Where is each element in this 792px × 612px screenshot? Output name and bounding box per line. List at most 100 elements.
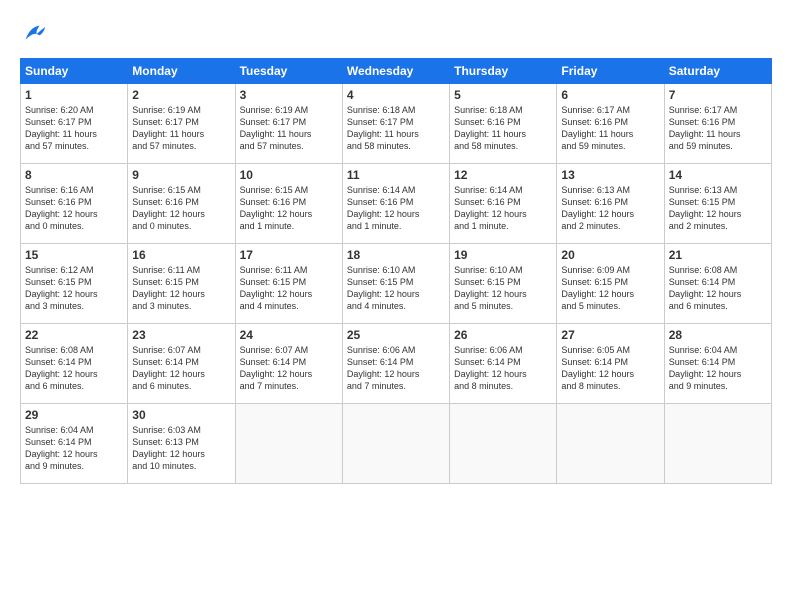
day-info: Sunrise: 6:14 AM Sunset: 6:16 PM Dayligh… [347,184,445,233]
day-info: Sunrise: 6:06 AM Sunset: 6:14 PM Dayligh… [454,344,552,393]
calendar-day-cell [664,404,771,484]
calendar-day-cell: 26 Sunrise: 6:06 AM Sunset: 6:14 PM Dayli… [450,324,557,404]
calendar-week-row: 15 Sunrise: 6:12 AM Sunset: 6:15 PM Dayli… [21,244,772,324]
day-info: Sunrise: 6:04 AM Sunset: 6:14 PM Dayligh… [669,344,767,393]
day-info: Sunrise: 6:11 AM Sunset: 6:15 PM Dayligh… [132,264,230,313]
day-info: Sunrise: 6:13 AM Sunset: 6:15 PM Dayligh… [669,184,767,233]
day-info: Sunrise: 6:17 AM Sunset: 6:16 PM Dayligh… [561,104,659,153]
calendar-day-cell [342,404,449,484]
day-number: 30 [132,408,230,422]
calendar-day-cell: 28Sunrise: 6:04 AM Sunset: 6:14 PM Dayli… [664,324,771,404]
calendar-header-friday: Friday [557,59,664,84]
day-info: Sunrise: 6:19 AM Sunset: 6:17 PM Dayligh… [240,104,338,153]
day-number: 8 [25,168,123,182]
day-number: 21 [669,248,767,262]
day-number: 22 [25,328,123,342]
calendar-day-cell: 21 Sunrise: 6:08 AM Sunset: 6:14 PM Dayli… [664,244,771,324]
day-info: Sunrise: 6:04 AM Sunset: 6:14 PM Dayligh… [25,424,123,473]
day-number: 3 [240,88,338,102]
calendar-day-cell: 29 Sunrise: 6:04 AM Sunset: 6:14 PM Dayli… [21,404,128,484]
calendar-day-cell: 14 Sunrise: 6:13 AM Sunset: 6:15 PM Dayli… [664,164,771,244]
calendar-day-cell: 17 Sunrise: 6:11 AM Sunset: 6:15 PM Dayli… [235,244,342,324]
calendar-day-cell: 7Sunrise: 6:17 AM Sunset: 6:16 PM Daylig… [664,84,771,164]
calendar-day-cell: 13 Sunrise: 6:13 AM Sunset: 6:16 PM Dayli… [557,164,664,244]
day-info: Sunrise: 6:19 AM Sunset: 6:17 PM Dayligh… [132,104,230,153]
calendar-day-cell: 30 Sunrise: 6:03 AM Sunset: 6:13 PM Dayli… [128,404,235,484]
day-info: Sunrise: 6:05 AM Sunset: 6:14 PM Dayligh… [561,344,659,393]
calendar-day-cell: 10 Sunrise: 6:15 AM Sunset: 6:16 PM Dayli… [235,164,342,244]
day-number: 25 [347,328,445,342]
calendar-header-sunday: Sunday [21,59,128,84]
calendar-day-cell: 5 Sunrise: 6:18 AM Sunset: 6:16 PM Daylig… [450,84,557,164]
calendar-day-cell: 19 Sunrise: 6:10 AM Sunset: 6:15 PM Dayli… [450,244,557,324]
day-info: Sunrise: 6:03 AM Sunset: 6:13 PM Dayligh… [132,424,230,473]
calendar-header-row: SundayMondayTuesdayWednesdayThursdayFrid… [21,59,772,84]
day-number: 13 [561,168,659,182]
page: SundayMondayTuesdayWednesdayThursdayFrid… [0,0,792,612]
day-number: 17 [240,248,338,262]
day-number: 14 [669,168,767,182]
day-info: Sunrise: 6:08 AM Sunset: 6:14 PM Dayligh… [25,344,123,393]
calendar-header-monday: Monday [128,59,235,84]
day-info: Sunrise: 6:08 AM Sunset: 6:14 PM Dayligh… [669,264,767,313]
day-number: 4 [347,88,445,102]
day-info: Sunrise: 6:14 AM Sunset: 6:16 PM Dayligh… [454,184,552,233]
calendar-week-row: 29 Sunrise: 6:04 AM Sunset: 6:14 PM Dayli… [21,404,772,484]
calendar-day-cell: 25Sunrise: 6:06 AM Sunset: 6:14 PM Dayli… [342,324,449,404]
day-number: 1 [25,88,123,102]
calendar-day-cell: 12 Sunrise: 6:14 AM Sunset: 6:16 PM Dayli… [450,164,557,244]
day-info: Sunrise: 6:11 AM Sunset: 6:15 PM Dayligh… [240,264,338,313]
calendar-day-cell: 27 Sunrise: 6:05 AM Sunset: 6:14 PM Dayli… [557,324,664,404]
day-info: Sunrise: 6:15 AM Sunset: 6:16 PM Dayligh… [240,184,338,233]
day-number: 24 [240,328,338,342]
calendar-header-thursday: Thursday [450,59,557,84]
calendar-day-cell: 8 Sunrise: 6:16 AM Sunset: 6:16 PM Daylig… [21,164,128,244]
day-number: 16 [132,248,230,262]
calendar-day-cell: 3 Sunrise: 6:19 AM Sunset: 6:17 PM Daylig… [235,84,342,164]
calendar-day-cell: 2 Sunrise: 6:19 AM Sunset: 6:17 PM Daylig… [128,84,235,164]
day-info: Sunrise: 6:18 AM Sunset: 6:17 PM Dayligh… [347,104,445,153]
day-number: 27 [561,328,659,342]
calendar-week-row: 1 Sunrise: 6:20 AM Sunset: 6:17 PM Daylig… [21,84,772,164]
calendar-day-cell: 1 Sunrise: 6:20 AM Sunset: 6:17 PM Daylig… [21,84,128,164]
calendar-day-cell: 6 Sunrise: 6:17 AM Sunset: 6:16 PM Daylig… [557,84,664,164]
calendar-day-cell [557,404,664,484]
day-number: 6 [561,88,659,102]
calendar-week-row: 22 Sunrise: 6:08 AM Sunset: 6:14 PM Dayli… [21,324,772,404]
day-number: 26 [454,328,552,342]
day-info: Sunrise: 6:18 AM Sunset: 6:16 PM Dayligh… [454,104,552,153]
day-info: Sunrise: 6:12 AM Sunset: 6:15 PM Dayligh… [25,264,123,313]
day-number: 29 [25,408,123,422]
calendar-day-cell [450,404,557,484]
calendar-day-cell: 9Sunrise: 6:15 AM Sunset: 6:16 PM Daylig… [128,164,235,244]
logo [20,20,52,48]
day-number: 2 [132,88,230,102]
calendar-header-saturday: Saturday [664,59,771,84]
calendar-day-cell: 24 Sunrise: 6:07 AM Sunset: 6:14 PM Dayli… [235,324,342,404]
day-info: Sunrise: 6:13 AM Sunset: 6:16 PM Dayligh… [561,184,659,233]
day-number: 10 [240,168,338,182]
day-number: 15 [25,248,123,262]
calendar-header-wednesday: Wednesday [342,59,449,84]
calendar-day-cell [235,404,342,484]
day-number: 5 [454,88,552,102]
calendar-day-cell: 18 Sunrise: 6:10 AM Sunset: 6:15 PM Dayli… [342,244,449,324]
day-info: Sunrise: 6:20 AM Sunset: 6:17 PM Dayligh… [25,104,123,153]
day-info: Sunrise: 6:07 AM Sunset: 6:14 PM Dayligh… [132,344,230,393]
day-info: Sunrise: 6:15 AM Sunset: 6:16 PM Dayligh… [132,184,230,233]
calendar-day-cell: 16 Sunrise: 6:11 AM Sunset: 6:15 PM Dayli… [128,244,235,324]
day-number: 12 [454,168,552,182]
header [20,20,772,48]
day-info: Sunrise: 6:10 AM Sunset: 6:15 PM Dayligh… [454,264,552,313]
day-info: Sunrise: 6:09 AM Sunset: 6:15 PM Dayligh… [561,264,659,313]
day-info: Sunrise: 6:10 AM Sunset: 6:15 PM Dayligh… [347,264,445,313]
calendar-day-cell: 4 Sunrise: 6:18 AM Sunset: 6:17 PM Daylig… [342,84,449,164]
calendar-day-cell: 11 Sunrise: 6:14 AM Sunset: 6:16 PM Dayli… [342,164,449,244]
day-number: 19 [454,248,552,262]
calendar-week-row: 8 Sunrise: 6:16 AM Sunset: 6:16 PM Daylig… [21,164,772,244]
day-number: 20 [561,248,659,262]
day-info: Sunrise: 6:16 AM Sunset: 6:16 PM Dayligh… [25,184,123,233]
day-number: 11 [347,168,445,182]
day-number: 18 [347,248,445,262]
day-info: Sunrise: 6:07 AM Sunset: 6:14 PM Dayligh… [240,344,338,393]
